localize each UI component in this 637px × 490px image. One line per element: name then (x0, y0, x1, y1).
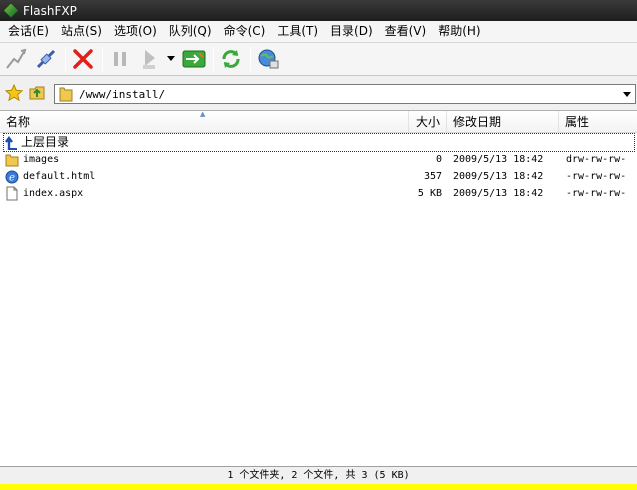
toolbar-separator (250, 47, 251, 71)
file-attributes: drw-rw-rw- (566, 154, 627, 165)
title-bar: FlashFXP (0, 0, 637, 21)
pause-button[interactable] (106, 45, 134, 73)
site-manager-button[interactable] (254, 45, 282, 73)
file-name: default.html (23, 171, 96, 182)
file-modified: 2009/5/13 18:42 (453, 188, 544, 199)
toolbar-separator (213, 47, 214, 71)
transfer-dropdown-button[interactable] (166, 45, 176, 73)
transfer-queue-icon (143, 50, 155, 69)
status-highlight-bar (0, 484, 637, 490)
file-attributes: -rw-rw-rw- (566, 171, 627, 182)
path-input[interactable]: /www/install/ (79, 88, 619, 101)
path-combobox[interactable]: /www/install/ (54, 84, 636, 104)
svg-text:e: e (9, 172, 15, 183)
table-row[interactable]: images 0 2009/5/13 18:42 drw-rw-rw- (0, 151, 637, 168)
column-header-modified[interactable]: 修改日期 (447, 111, 559, 133)
pause-icon (114, 52, 126, 66)
parent-directory-button[interactable] (27, 82, 49, 104)
transfer-queue-button[interactable] (136, 45, 164, 73)
file-list[interactable]: ▲ 名称 大小 修改日期 属性 上层目录 images 0 2009/5/13 … (0, 110, 637, 466)
table-row[interactable]: e default.html 357 2009/5/13 18:42 -rw-r… (0, 168, 637, 185)
file-size: 5 KB (417, 188, 442, 199)
menu-commands[interactable]: 命令(C) (218, 22, 272, 41)
column-header-size[interactable]: 大小 (409, 111, 447, 133)
flashfxp-logo-icon (4, 3, 18, 18)
file-modified: 2009/5/13 18:42 (453, 171, 544, 182)
bookmark-button[interactable] (3, 82, 25, 104)
file-icon (4, 186, 20, 202)
status-bar: 1 个文件夹, 2 个文件, 共 3 (5 KB) (0, 466, 637, 484)
file-name-cell: 上层目录 (3, 133, 635, 152)
star-icon (5, 84, 23, 102)
quick-connect-icon (36, 49, 56, 69)
parent-dir-icon (4, 135, 20, 151)
window-title: FlashFXP (23, 3, 77, 18)
list-item-parent[interactable]: 上层目录 (0, 133, 637, 152)
table-row[interactable]: index.aspx 5 KB 2009/5/13 18:42 -rw-rw-r… (0, 185, 637, 202)
folder-up-icon (29, 86, 45, 100)
menu-sites[interactable]: 站点(S) (55, 22, 108, 41)
column-header-attributes[interactable]: 属性 (559, 111, 637, 133)
column-header-row: ▲ 名称 大小 修改日期 属性 (0, 111, 637, 133)
toolbar (0, 42, 637, 76)
html-file-icon: e (4, 169, 20, 185)
path-bar: /www/install/ (0, 76, 637, 110)
file-name: images (23, 154, 60, 165)
menu-options[interactable]: 选项(O) (108, 22, 163, 41)
transfer-button[interactable] (180, 45, 208, 73)
menu-queue[interactable]: 队列(Q) (163, 22, 218, 41)
abort-button[interactable] (69, 45, 97, 73)
transfer-icon (182, 50, 206, 68)
file-size: 357 (423, 171, 442, 182)
menu-session[interactable]: 会话(E) (2, 22, 55, 41)
dropdown-icon (167, 56, 175, 61)
abort-icon (73, 49, 93, 69)
path-dropdown-button[interactable] (619, 85, 635, 103)
file-attributes: -rw-rw-rw- (566, 188, 627, 199)
folder-icon (57, 85, 75, 103)
quick-connect-button[interactable] (32, 45, 60, 73)
file-name: index.aspx (23, 188, 84, 199)
chevron-down-icon (623, 91, 631, 97)
toolbar-separator (102, 47, 103, 71)
file-name: 上层目录 (21, 135, 70, 149)
connect-button[interactable] (2, 45, 30, 73)
connect-icon (6, 48, 27, 69)
column-header-name[interactable]: 名称 (0, 111, 409, 133)
menu-directory[interactable]: 目录(D) (324, 22, 379, 41)
menu-help[interactable]: 帮助(H) (432, 22, 486, 41)
refresh-icon (222, 50, 240, 68)
site-manager-icon (258, 49, 279, 69)
menu-bar: 会话(E) 站点(S) 选项(O) 队列(Q) 命令(C) 工具(T) 目录(D… (0, 21, 637, 42)
menu-view[interactable]: 查看(V) (379, 22, 433, 41)
toolbar-separator (65, 47, 66, 71)
file-size: 0 (435, 154, 442, 165)
menu-tools[interactable]: 工具(T) (271, 22, 324, 41)
folder-icon (4, 152, 20, 168)
file-modified: 2009/5/13 18:42 (453, 154, 544, 165)
refresh-button[interactable] (217, 45, 245, 73)
